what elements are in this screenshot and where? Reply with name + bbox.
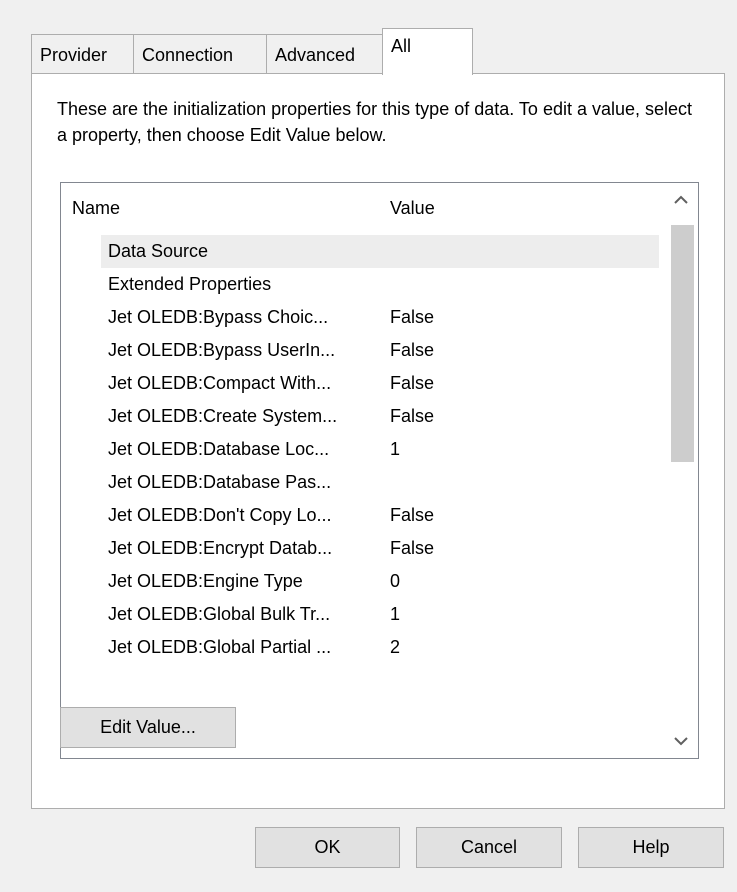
property-name: Jet OLEDB:Global Bulk Tr... <box>108 604 331 624</box>
column-header-value[interactable]: Value <box>390 198 435 219</box>
list-item[interactable]: Jet OLEDB:Compact With... False <box>61 367 661 400</box>
property-name: Data Source <box>108 241 209 261</box>
chevron-up-icon[interactable] <box>664 183 698 217</box>
property-name: Jet OLEDB:Global Partial ... <box>108 637 332 657</box>
list-item[interactable]: Jet OLEDB:Engine Type 0 <box>61 565 661 598</box>
tab-advanced[interactable]: Advanced <box>266 34 383 74</box>
cancel-button[interactable]: Cancel <box>416 827 562 868</box>
edit-value-button[interactable]: Edit Value... <box>60 707 236 748</box>
help-button[interactable]: Help <box>578 827 724 868</box>
property-value: False <box>390 340 435 360</box>
list-item[interactable]: Jet OLEDB:Bypass UserIn... False <box>61 334 661 367</box>
property-value: False <box>390 538 435 558</box>
property-name: Jet OLEDB:Encrypt Datab... <box>108 538 333 558</box>
tab-strip: Provider Connection Advanced All <box>31 28 481 75</box>
list-item[interactable]: Jet OLEDB:Create System... False <box>61 400 661 433</box>
list-item[interactable]: Jet OLEDB:Encrypt Datab... False <box>61 532 661 565</box>
list-item[interactable]: Jet OLEDB:Global Partial ... 2 <box>61 631 661 664</box>
property-name: Jet OLEDB:Don't Copy Lo... <box>108 505 332 525</box>
scrollbar-thumb[interactable] <box>671 225 694 462</box>
tab-all[interactable]: All <box>382 28 473 75</box>
chevron-down-icon[interactable] <box>664 724 698 758</box>
ok-button[interactable]: OK <box>255 827 400 868</box>
list-item[interactable]: Jet OLEDB:Database Pas... <box>61 466 661 499</box>
tab-provider[interactable]: Provider <box>31 34 134 74</box>
list-item[interactable]: Jet OLEDB:Database Loc... 1 <box>61 433 661 466</box>
property-name: Extended Properties <box>108 274 272 294</box>
property-value: 2 <box>390 637 401 657</box>
vertical-scrollbar[interactable] <box>664 183 698 758</box>
column-header-name[interactable]: Name <box>72 198 120 219</box>
data-link-properties-dialog: Provider Connection Advanced All These a… <box>0 0 737 892</box>
property-name: Jet OLEDB:Bypass Choic... <box>108 307 329 327</box>
property-value: False <box>390 406 435 426</box>
property-name: Jet OLEDB:Create System... <box>108 406 338 426</box>
property-value: False <box>390 373 435 393</box>
property-name: Jet OLEDB:Database Pas... <box>108 472 332 492</box>
list-item[interactable]: Jet OLEDB:Bypass Choic... False <box>61 301 661 334</box>
list-header: Name Value <box>61 183 661 235</box>
property-value: 0 <box>390 571 401 591</box>
description-text: These are the initialization properties … <box>57 99 693 145</box>
property-name: Jet OLEDB:Database Loc... <box>108 439 330 459</box>
property-name: Jet OLEDB:Bypass UserIn... <box>108 340 336 360</box>
property-value: False <box>390 505 435 525</box>
property-name: Jet OLEDB:Engine Type <box>108 571 303 591</box>
list-item[interactable]: Jet OLEDB:Don't Copy Lo... False <box>61 499 661 532</box>
property-name: Jet OLEDB:Compact With... <box>108 373 332 393</box>
property-value: 1 <box>390 604 401 624</box>
property-value: False <box>390 307 435 327</box>
list-item[interactable]: Extended Properties <box>61 268 661 301</box>
list-item[interactable]: Jet OLEDB:Global Bulk Tr... 1 <box>61 598 661 631</box>
properties-list[interactable]: Name Value Data Source Extended Properti… <box>60 182 699 759</box>
tab-panel-all: These are the initialization properties … <box>31 73 725 809</box>
property-value: 1 <box>390 439 401 459</box>
tab-connection[interactable]: Connection <box>133 34 267 74</box>
list-rows: Data Source Extended Properties Jet OLED… <box>61 235 661 664</box>
list-item[interactable]: Data Source <box>61 235 661 268</box>
